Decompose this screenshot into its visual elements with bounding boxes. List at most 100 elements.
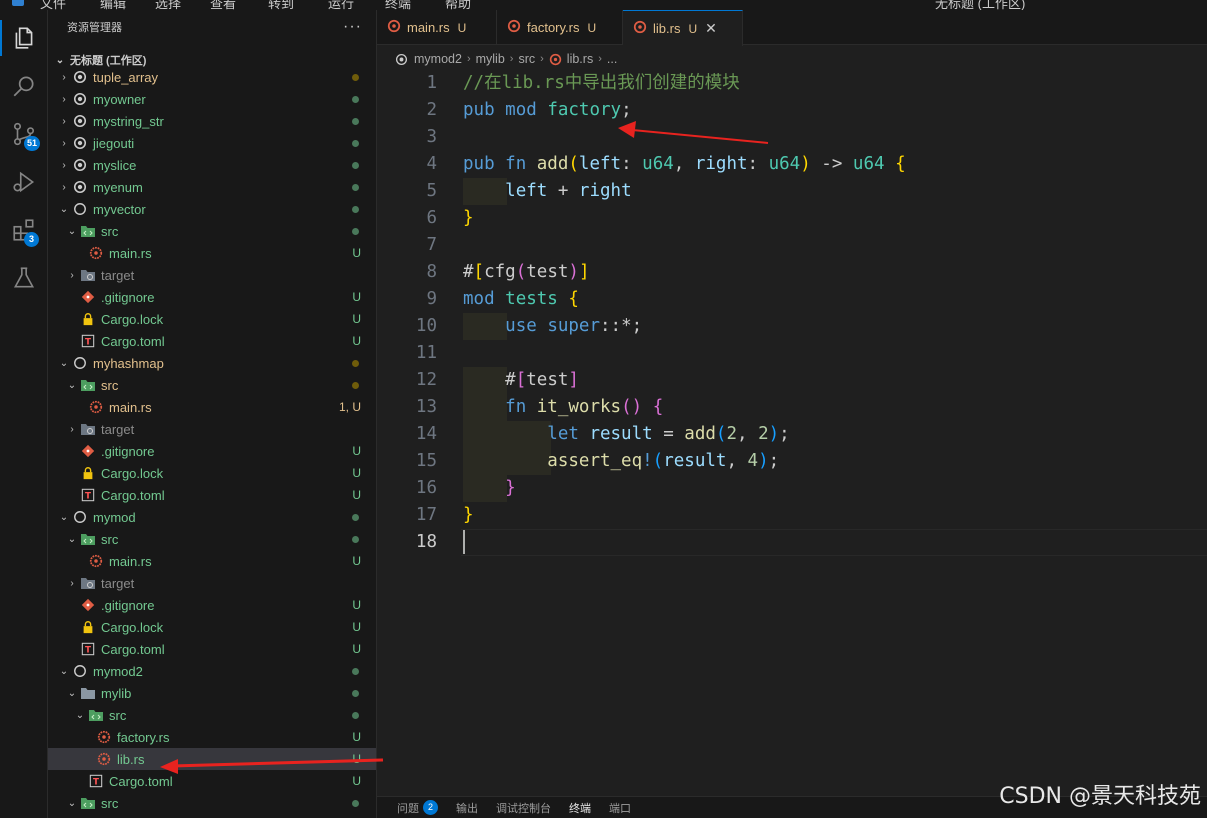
source-control-button[interactable]: 51 (0, 110, 48, 158)
panel-tab-output[interactable]: 输出 (456, 800, 478, 816)
tab-lib-rs[interactable]: lib.rs U ✕ (623, 10, 743, 46)
extensions-button[interactable]: 3 (0, 206, 48, 254)
menu-run[interactable]: 运行 (328, 0, 354, 10)
tree-item[interactable]: › myenum (48, 176, 376, 198)
code-line[interactable]: 12 #[test] (377, 367, 1207, 394)
menu-go[interactable]: 转到 (268, 0, 294, 10)
tree-item[interactable]: ⌄ myhashmap (48, 352, 376, 374)
code-token: } (505, 478, 516, 498)
code-line[interactable]: 7 (377, 232, 1207, 259)
code-token: add (684, 424, 716, 444)
menu-edit[interactable]: 编辑 (100, 0, 126, 10)
code-line[interactable]: 14 let result = add(2, 2); (377, 421, 1207, 448)
tree-item[interactable]: main.rs U (48, 550, 376, 572)
tree-item[interactable]: main.rs 1, U (48, 396, 376, 418)
chevron-right-icon: › (509, 53, 514, 65)
folder-src-icon (80, 531, 96, 547)
tree-item[interactable]: main.rs U (48, 242, 376, 264)
explorer-button[interactable] (0, 14, 48, 62)
code-line[interactable]: 17} (377, 502, 1207, 529)
tab-main-rs[interactable]: main.rs U (377, 10, 497, 45)
tree-item[interactable]: ⌄ src (48, 528, 376, 550)
search-button[interactable] (0, 62, 48, 110)
tree-item[interactable]: ⌄ mylib (48, 682, 376, 704)
chevron-down-icon: ⌄ (67, 687, 77, 699)
tree-item[interactable]: › myowner (48, 88, 376, 110)
tree-item[interactable]: › mystring_str (48, 110, 376, 132)
menu-terminal[interactable]: 终端 (385, 0, 411, 10)
code-token: = (652, 424, 685, 444)
tree-item[interactable]: lib.rs U (48, 748, 376, 770)
tree-item-label: target (101, 575, 135, 591)
code-line[interactable]: 8 #[cfg(test)] (377, 259, 1207, 286)
tab-factory-rs[interactable]: factory.rs U (497, 10, 623, 45)
breadcrumb-item[interactable]: src (518, 52, 535, 66)
tree-item[interactable]: › target (48, 418, 376, 440)
code-line[interactable]: 5 left + right (377, 178, 1207, 205)
code-line[interactable]: 16 } (377, 475, 1207, 502)
code-line[interactable]: 13 fn it_works() { (377, 394, 1207, 421)
run-debug-button[interactable] (0, 158, 48, 206)
tree-item[interactable]: T Cargo.toml U (48, 330, 376, 352)
current-line-highlight (461, 529, 1207, 556)
tree-item[interactable]: ⌄ src (48, 374, 376, 396)
code-line[interactable]: 18 (377, 529, 1207, 556)
breadcrumb-item[interactable]: mylib (476, 52, 505, 66)
chevron-right-icon: › (70, 577, 74, 589)
panel-tab-terminal[interactable]: 终端 (569, 800, 591, 816)
tree-item[interactable]: ⌄ src (48, 220, 376, 242)
menu-file[interactable]: 文件 (40, 0, 66, 10)
tree-item[interactable]: ⌄ src (48, 704, 376, 726)
tree-item-label: src (101, 377, 119, 393)
panel-tab-debug-console[interactable]: 调试控制台 (496, 800, 551, 816)
code-line[interactable]: 1 //在lib.rs中导出我们创建的模块 (377, 70, 1207, 97)
tree-item[interactable]: T Cargo.toml U (48, 770, 376, 792)
panel-tab-ports[interactable]: 端口 (609, 800, 631, 816)
tree-item[interactable]: › target (48, 264, 376, 286)
tree-item[interactable]: T Cargo.toml U (48, 638, 376, 660)
panel-tab-problems[interactable]: 问题 2 (397, 800, 438, 816)
line-number: 5 (426, 181, 437, 201)
code-line[interactable]: 10 use super::*; (377, 313, 1207, 340)
lock-icon (80, 311, 96, 327)
tree-item[interactable]: Cargo.lock U (48, 308, 376, 330)
breadcrumb-item[interactable]: lib.rs (567, 52, 593, 66)
breadcrumb-item[interactable]: mymod2 (414, 52, 462, 66)
folder-src-icon (80, 223, 96, 239)
chevron-right-icon: › (62, 181, 66, 193)
code-line[interactable]: 3 (377, 124, 1207, 151)
tree-item[interactable]: › tuple_array (48, 66, 376, 88)
code-line[interactable]: 15 assert_eq!(result, 4); (377, 448, 1207, 475)
testing-button[interactable] (0, 254, 48, 302)
tree-item[interactable]: ⌄ myvector (48, 198, 376, 220)
more-actions-icon[interactable]: ··· (343, 18, 362, 36)
tree-item[interactable]: ⌄ mymod (48, 506, 376, 528)
menu-help[interactable]: 帮助 (445, 0, 471, 10)
tree-item[interactable]: factory.rs U (48, 726, 376, 748)
code-token: ( (715, 424, 727, 444)
tree-item[interactable]: ⌄ mymod2 (48, 660, 376, 682)
code-line[interactable]: 6} (377, 205, 1207, 232)
menu-selection[interactable]: 选择 (155, 0, 181, 10)
close-icon[interactable]: ✕ (705, 20, 717, 37)
tree-item[interactable]: › myslice (48, 154, 376, 176)
breadcrumb-item[interactable]: ... (607, 52, 617, 66)
tree-item[interactable]: ⌄ src (48, 792, 376, 814)
tree-item-label: Cargo.lock (101, 619, 164, 635)
tree-item[interactable]: › jiegouti (48, 132, 376, 154)
tree-item[interactable]: Cargo.lock U (48, 462, 376, 484)
code-line[interactable]: 9 mod tests { (377, 286, 1207, 313)
tree-item[interactable]: T Cargo.toml U (48, 484, 376, 506)
menu-view[interactable]: 查看 (210, 0, 236, 10)
tree-item[interactable]: .gitignore U (48, 286, 376, 308)
tree-item[interactable]: Cargo.lock U (48, 616, 376, 638)
line-number: 12 (415, 370, 437, 390)
code-line[interactable]: 11 (377, 340, 1207, 367)
tree-item[interactable]: .gitignore U (48, 440, 376, 462)
command-center-search[interactable]: 无标题 (工作区) (935, 0, 1025, 10)
code-line[interactable]: 4 pub fn add(left: u64, right: u64) -> u6… (377, 151, 1207, 178)
tree-item[interactable]: › target (48, 572, 376, 594)
code-line[interactable]: 2 pub mod factory; (377, 97, 1207, 124)
tree-item[interactable]: .gitignore U (48, 594, 376, 616)
